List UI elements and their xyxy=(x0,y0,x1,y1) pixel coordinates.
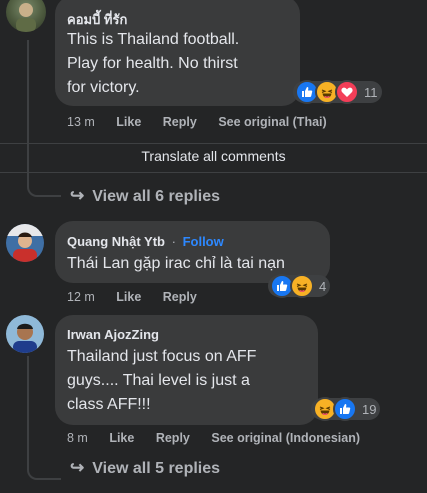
reply-button[interactable]: Reply xyxy=(163,115,197,129)
like-icon xyxy=(333,397,357,421)
divider xyxy=(0,143,427,144)
comment-text-line: Thailand just focus on AFF xyxy=(67,348,257,365)
like-button[interactable]: Like xyxy=(116,290,141,304)
comment-author[interactable]: Irwan AjozZing xyxy=(67,327,159,342)
comment-actions: 12 m Like Reply xyxy=(67,290,197,304)
reaction-count: 19 xyxy=(362,401,377,417)
avatar[interactable] xyxy=(6,315,44,353)
avatar[interactable] xyxy=(6,224,44,262)
comment-text-line: Thái Lan gặp irac chỉ là tai nạn xyxy=(67,255,285,272)
comment-text-line: class AFF!!! xyxy=(67,396,151,413)
comment-text-line: This is Thailand football. xyxy=(67,31,240,48)
translate-all-button[interactable]: Translate all comments xyxy=(0,148,427,164)
view-replies-button[interactable]: ↪ View all 5 replies xyxy=(70,458,220,478)
reaction-summary[interactable]: 19 xyxy=(311,397,381,421)
comment-timestamp[interactable]: 8 m xyxy=(67,431,88,445)
follow-button[interactable]: Follow xyxy=(183,234,224,249)
like-button[interactable]: Like xyxy=(116,115,141,129)
follow-separator: · xyxy=(171,234,176,249)
love-icon xyxy=(335,80,359,104)
reply-arrow-icon: ↪ xyxy=(70,458,85,477)
reaction-count: 4 xyxy=(319,278,327,294)
comment-text: This is Thailand football. Play for heal… xyxy=(67,28,239,100)
reply-button[interactable]: Reply xyxy=(156,431,190,445)
reply-button[interactable]: Reply xyxy=(163,290,197,304)
reply-connector xyxy=(27,450,61,480)
comment-author[interactable]: คอมบี้ ที่รัก xyxy=(67,9,127,30)
reaction-summary[interactable]: 4 xyxy=(268,274,331,298)
thread-line xyxy=(27,356,29,461)
thread-line xyxy=(27,40,29,165)
comment-timestamp[interactable]: 13 m xyxy=(67,115,95,129)
see-original-button[interactable]: See original (Thai) xyxy=(218,115,326,129)
view-replies-button[interactable]: ↪ View all 6 replies xyxy=(70,186,220,206)
view-replies-label: View all 6 replies xyxy=(92,188,221,205)
comment-actions: 8 m Like Reply See original (Indonesian) xyxy=(67,431,360,445)
comment-text-line: guys.... Thai level is just a xyxy=(67,372,250,389)
reaction-summary[interactable]: 11 xyxy=(293,80,382,104)
reply-arrow-icon: ↪ xyxy=(70,186,85,205)
view-replies-label: View all 5 replies xyxy=(92,460,221,477)
like-button[interactable]: Like xyxy=(109,431,134,445)
avatar[interactable] xyxy=(6,0,46,32)
comment-author[interactable]: Quang Nhật Ytb xyxy=(67,234,165,249)
comment-timestamp[interactable]: 12 m xyxy=(67,290,95,304)
comment-text: Thailand just focus on AFF guys.... Thai… xyxy=(67,345,256,417)
see-original-button[interactable]: See original (Indonesian) xyxy=(211,431,360,445)
comment-text-line: for victory. xyxy=(67,79,140,96)
comment-author-line: Quang Nhật Ytb · Follow xyxy=(67,234,224,249)
comment-text: Thái Lan gặp irac chỉ là tai nạn xyxy=(67,252,285,276)
divider xyxy=(0,172,427,173)
comment-actions: 13 m Like Reply See original (Thai) xyxy=(67,115,327,129)
reply-connector xyxy=(27,165,61,197)
comment-text-line: Play for health. No thirst xyxy=(67,55,238,72)
reaction-count: 11 xyxy=(364,84,378,100)
haha-icon xyxy=(290,274,314,298)
